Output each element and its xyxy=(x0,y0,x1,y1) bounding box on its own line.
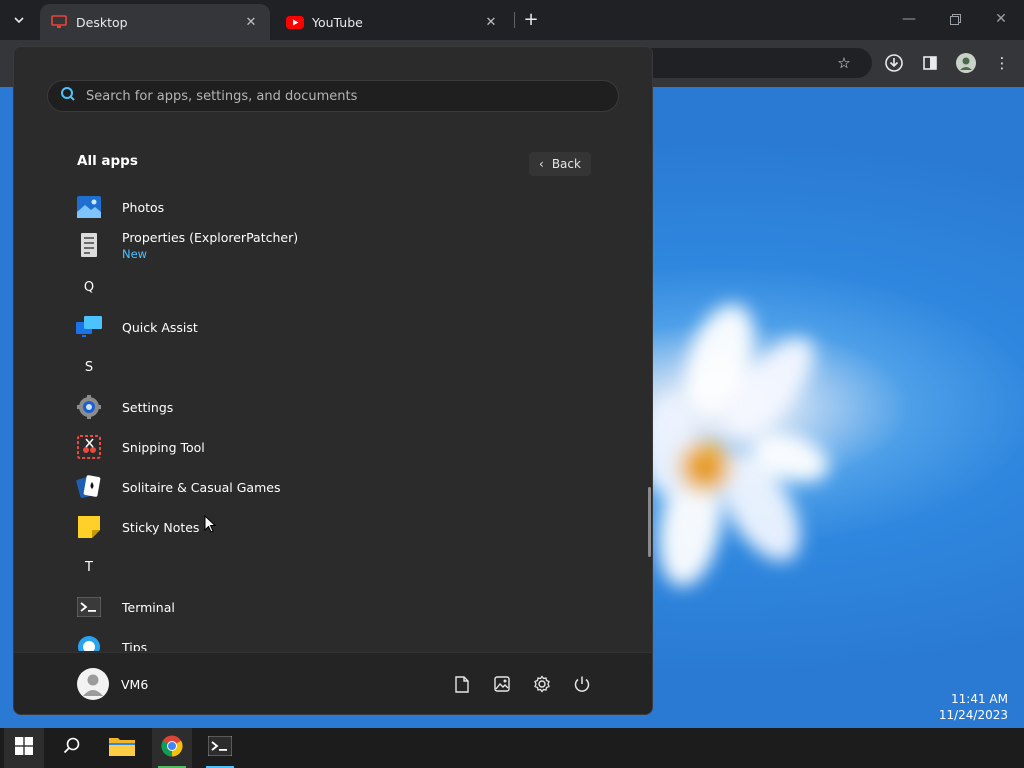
start-search-box[interactable] xyxy=(47,80,619,112)
new-tab-button[interactable]: + xyxy=(520,8,542,30)
user-name[interactable]: VM6 xyxy=(121,677,148,692)
file-explorer-button[interactable] xyxy=(102,728,142,768)
terminal-taskbar-button[interactable] xyxy=(200,728,240,768)
properties-icon xyxy=(74,230,104,260)
power-icon[interactable] xyxy=(571,673,593,695)
side-panel-icon[interactable] xyxy=(919,52,941,74)
app-label: Properties (ExplorerPatcher) xyxy=(122,229,299,245)
app-sticky-notes[interactable]: Sticky Notes xyxy=(74,507,614,547)
solitaire-icon xyxy=(74,472,104,502)
start-button[interactable] xyxy=(4,728,44,768)
search-input[interactable] xyxy=(86,88,586,104)
youtube-icon xyxy=(286,15,304,29)
minimize-icon[interactable]: — xyxy=(895,8,923,30)
terminal-icon xyxy=(74,592,104,622)
bookmark-star-icon[interactable]: ☆ xyxy=(833,52,855,74)
chevron-left-icon: ‹ xyxy=(539,157,544,171)
start-menu: All apps ‹ Back Photos Properties (Explo… xyxy=(13,46,653,715)
back-button[interactable]: ‹ Back xyxy=(529,152,591,176)
tips-icon xyxy=(74,632,104,651)
tab-desktop[interactable]: Desktop ✕ xyxy=(40,4,270,40)
app-terminal[interactable]: Terminal xyxy=(74,587,614,627)
chrome-icon xyxy=(161,735,183,761)
folder-icon xyxy=(109,736,135,760)
app-text: Properties (ExplorerPatcher) New xyxy=(122,230,298,261)
snipping-tool-icon xyxy=(74,432,104,462)
app-label: Solitaire & Casual Games xyxy=(122,479,281,495)
browser-tabstrip: Desktop ✕ YouTube ✕ + — ✕ xyxy=(0,0,1024,40)
tab-divider xyxy=(514,12,515,28)
flower-wallpaper-graphic xyxy=(650,304,829,587)
user-avatar-icon[interactable] xyxy=(77,668,109,700)
close-tab-icon[interactable]: ✕ xyxy=(242,13,260,31)
taskbar-search-button[interactable] xyxy=(52,728,92,768)
tab-title: YouTube xyxy=(312,14,363,30)
app-photos[interactable]: Photos xyxy=(74,187,614,227)
app-solitaire[interactable]: Solitaire & Casual Games xyxy=(74,467,614,507)
app-label: Quick Assist xyxy=(122,319,198,335)
letter-header-s[interactable]: S xyxy=(74,347,104,387)
letter-header-q[interactable]: Q xyxy=(74,267,104,307)
search-icon xyxy=(63,737,81,759)
close-tab-icon[interactable]: ✕ xyxy=(482,13,500,31)
app-properties-explorerpatcher[interactable]: Properties (ExplorerPatcher) New xyxy=(74,225,614,265)
all-apps-list: Photos Properties (ExplorerPatcher) New … xyxy=(14,187,652,651)
all-apps-heading: All apps xyxy=(77,153,138,169)
documents-icon[interactable] xyxy=(451,673,473,695)
start-menu-footer: VM6 xyxy=(14,652,652,714)
app-label: Terminal xyxy=(122,599,175,615)
clock-date: 11/24/2023 xyxy=(938,708,1008,722)
tab-youtube[interactable]: YouTube ✕ xyxy=(276,4,510,40)
quick-assist-icon xyxy=(74,312,104,342)
mouse-cursor-icon xyxy=(204,515,216,533)
photos-icon xyxy=(74,192,104,222)
tab-title: Desktop xyxy=(76,14,128,30)
app-list-scrollbar[interactable] xyxy=(648,487,651,557)
app-quick-assist[interactable]: Quick Assist xyxy=(74,307,614,347)
app-settings[interactable]: Settings xyxy=(74,387,614,427)
app-label: Photos xyxy=(122,199,165,215)
app-label: Tips xyxy=(122,639,148,652)
settings-icon[interactable] xyxy=(531,673,553,695)
restore-icon[interactable] xyxy=(941,8,969,30)
app-label: Snipping Tool xyxy=(122,439,205,455)
tab-search-chevron-icon[interactable] xyxy=(6,7,32,33)
letter-header-t[interactable]: T xyxy=(74,547,104,587)
app-snipping-tool[interactable]: Snipping Tool xyxy=(74,427,614,467)
close-window-icon[interactable]: ✕ xyxy=(987,8,1015,30)
terminal-icon xyxy=(207,735,233,760)
chrome-taskbar-button[interactable] xyxy=(152,728,192,768)
clock-time: 11:41 AM xyxy=(951,692,1008,706)
taskbar xyxy=(0,728,1024,768)
pictures-icon[interactable] xyxy=(491,673,513,695)
windows-logo-icon xyxy=(15,737,33,759)
search-icon xyxy=(60,86,76,106)
download-icon[interactable] xyxy=(883,52,905,74)
system-clock[interactable]: 11:41 AM 11/24/2023 xyxy=(939,691,1008,723)
more-menu-icon[interactable]: ⋮ xyxy=(991,52,1013,74)
profile-avatar-icon[interactable] xyxy=(955,52,977,74)
sticky-notes-icon xyxy=(74,512,104,542)
app-label: Sticky Notes xyxy=(122,519,200,535)
new-badge: New xyxy=(122,246,148,261)
app-label: Settings xyxy=(122,399,174,415)
settings-gear-icon xyxy=(74,392,104,422)
monitor-icon xyxy=(50,15,68,29)
back-label: Back xyxy=(551,157,581,171)
app-tips[interactable]: Tips xyxy=(74,627,614,651)
